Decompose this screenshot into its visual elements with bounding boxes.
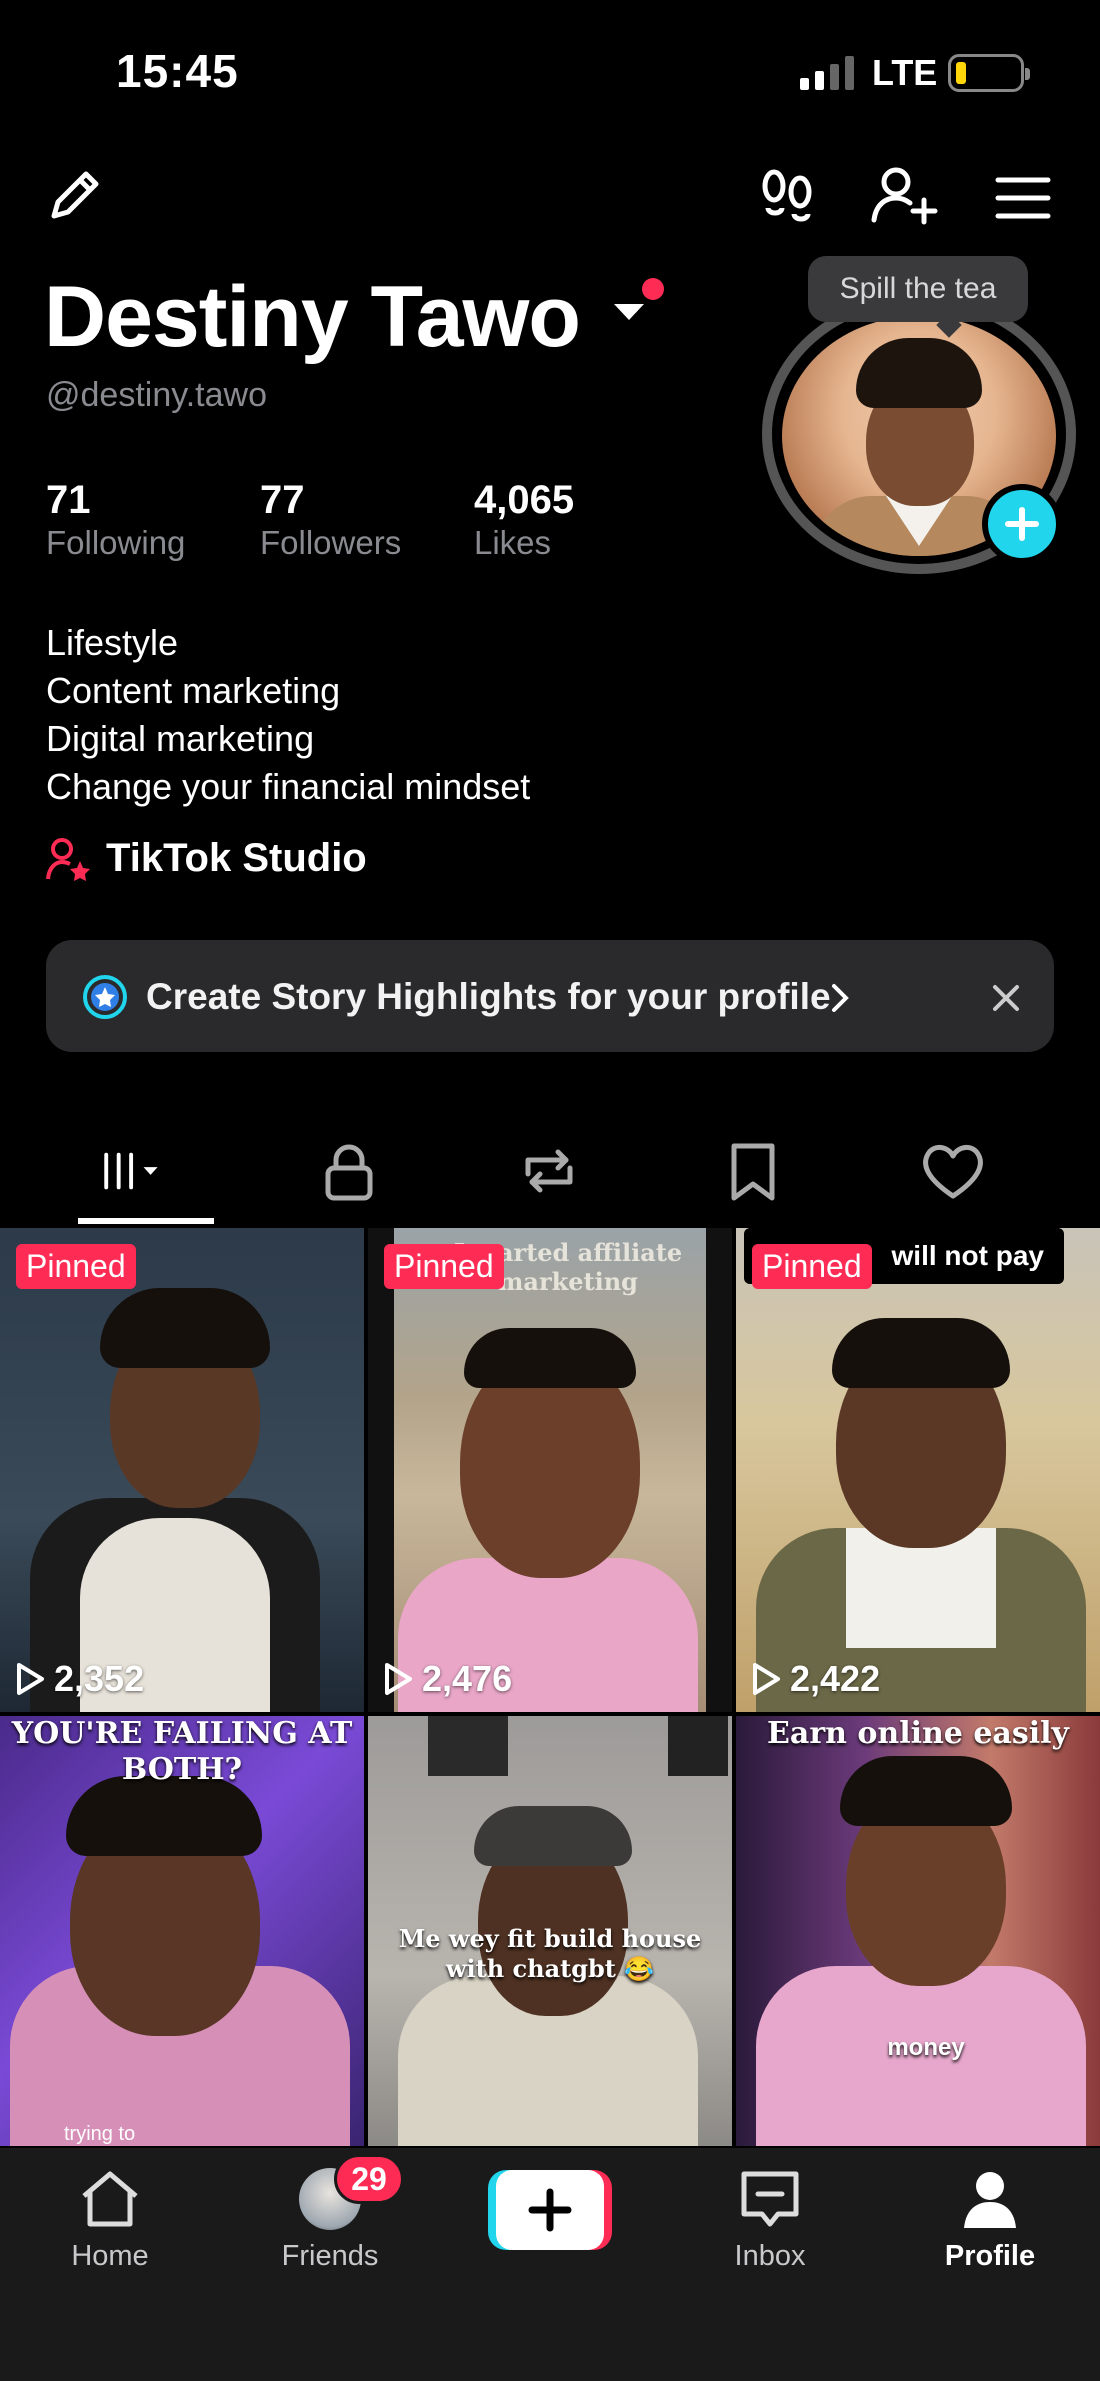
tab-videos[interactable]: [100, 1140, 170, 1202]
pinned-badge: Pinned: [752, 1244, 872, 1289]
plus-icon: [1005, 507, 1039, 541]
tab-private[interactable]: [314, 1140, 384, 1202]
repost-icon: [525, 1149, 573, 1193]
view-count: 2,422: [750, 1658, 880, 1700]
video-tile[interactable]: I started affiliate marketing Pinned 2,4…: [368, 1228, 732, 1712]
heart-icon: [923, 1145, 983, 1199]
video-caption: Me wey fit build house with chatgbt 😂: [398, 1924, 702, 1983]
network-label: LTE: [872, 52, 938, 93]
active-tab-indicator: [78, 1218, 214, 1224]
chevron-down-icon: [143, 1167, 158, 1175]
grid-icon: [104, 1152, 134, 1190]
battery-icon: [948, 54, 1030, 92]
highlight-banner-text[interactable]: Create Story Highlights for your profile: [146, 976, 831, 1018]
pinned-badge: Pinned: [16, 1244, 136, 1289]
pinned-badge: Pinned: [384, 1244, 504, 1289]
video-tile[interactable]: Earn online easily money: [736, 1716, 1100, 2146]
signal-icon: [800, 56, 854, 90]
close-icon[interactable]: [990, 982, 1022, 1014]
footprint-icon[interactable]: [756, 164, 818, 226]
view-count: 2,476: [382, 1658, 512, 1700]
profile-handle: @destiny.tawo: [46, 376, 267, 414]
profile-icon: [964, 2172, 1016, 2228]
view-count-value: 2,352: [54, 1658, 145, 1699]
tab-liked[interactable]: [918, 1140, 988, 1202]
nav-label: Home: [71, 2240, 149, 2272]
create-button[interactable]: [488, 2170, 612, 2250]
bio-line: Change your financial mindset: [46, 766, 531, 807]
menu-icon[interactable]: [992, 168, 1054, 230]
video-caption: Earn online easily: [767, 1716, 1069, 1751]
inbox-icon: [741, 2171, 799, 2227]
nav-profile[interactable]: Profile: [910, 2168, 1070, 2273]
view-count-value: 2,476: [422, 1658, 513, 1699]
tiktok-studio-link[interactable]: TikTok Studio: [46, 836, 367, 881]
star-badge-icon: [83, 975, 127, 1019]
chevron-down-icon[interactable]: [612, 300, 646, 324]
note-bubble[interactable]: Spill the tea: [808, 256, 1028, 322]
lock-icon: [325, 1144, 373, 1201]
video-tile[interactable]: Me wey fit build house with chatgbt 😂: [368, 1716, 732, 2146]
nav-label: Profile: [944, 2240, 1036, 2272]
nav-inbox[interactable]: Inbox: [690, 2168, 850, 2273]
home-icon: [82, 2171, 138, 2227]
play-icon: [385, 1663, 412, 1695]
following-count[interactable]: 71: [46, 478, 91, 523]
profile-name[interactable]: Destiny Tawo: [44, 268, 581, 367]
video-tile[interactable]: YOU'RE FAILING AT BOTH? trying to: [0, 1716, 364, 2146]
bio-line: Lifestyle: [46, 622, 179, 663]
add-story-button[interactable]: [982, 484, 1062, 564]
friends-badge: 29: [334, 2154, 404, 2204]
video-caption: trying to: [64, 2123, 136, 2145]
play-icon: [17, 1663, 44, 1695]
video-caption: money: [887, 2034, 965, 2061]
nav-home[interactable]: Home: [30, 2168, 190, 2273]
studio-user-star-icon: [46, 837, 90, 881]
notification-dot: [642, 278, 664, 300]
add-friend-icon[interactable]: [870, 164, 940, 226]
likes-count[interactable]: 4,065: [474, 478, 574, 523]
play-icon: [753, 1663, 780, 1695]
tab-reposts[interactable]: [514, 1140, 584, 1202]
bio-line: Content marketing: [46, 670, 341, 711]
tab-saved[interactable]: [718, 1140, 788, 1202]
likes-label[interactable]: Likes: [474, 524, 551, 562]
view-count: 2,352: [14, 1658, 144, 1700]
video-caption: YOU'RE FAILING AT BOTH?: [11, 1716, 353, 1787]
video-tile[interactable]: Pinned 2,352: [0, 1228, 364, 1712]
nav-label: Inbox: [734, 2240, 806, 2272]
bookmark-icon: [731, 1143, 775, 1201]
view-count-value: 2,422: [790, 1658, 881, 1699]
followers-label[interactable]: Followers: [260, 524, 401, 562]
video-tile[interactable]: will not pay Pinned 2,422: [736, 1228, 1100, 1712]
nav-label: Friends: [281, 2240, 379, 2272]
edit-icon[interactable]: [44, 164, 106, 226]
status-time: 15:45: [116, 45, 239, 97]
studio-label: TikTok Studio: [106, 836, 367, 880]
bio-line: Digital marketing: [46, 718, 315, 759]
following-label[interactable]: Following: [46, 524, 185, 562]
chevron-right-icon[interactable]: [830, 982, 850, 1014]
followers-count[interactable]: 77: [260, 478, 305, 523]
